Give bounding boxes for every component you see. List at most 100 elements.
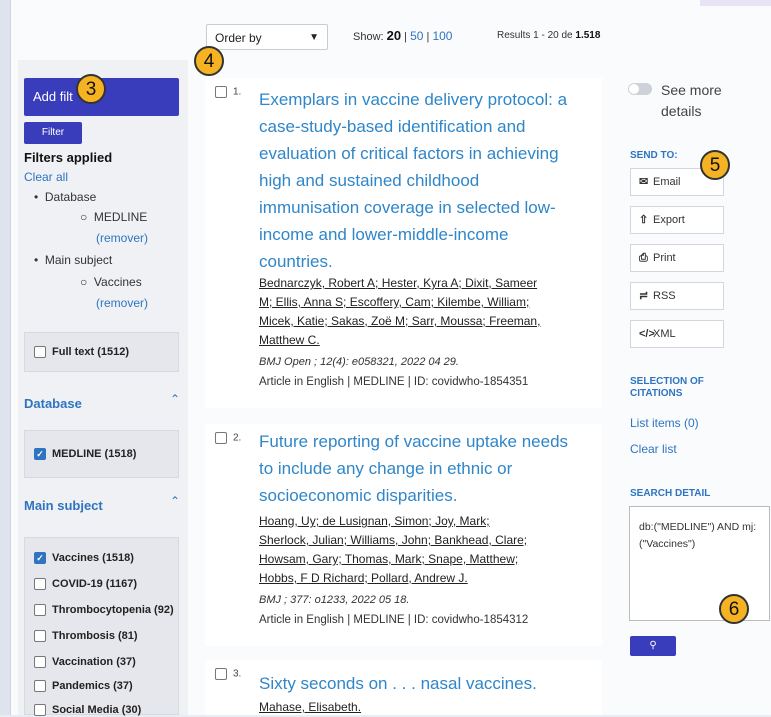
show-current: 20 <box>386 28 402 43</box>
checkbox-icon[interactable] <box>34 604 46 617</box>
full-text-checkbox[interactable]: Full text (1512) <box>34 346 129 359</box>
email-label: Email <box>653 176 681 188</box>
subject-item[interactable]: Vaccination (37) <box>34 656 136 669</box>
subject-label: Vaccination (37) <box>52 656 136 668</box>
order-by-select[interactable]: Order by ▼ <box>206 24 328 50</box>
selection-heading: SELECTION OF CITATIONS <box>630 376 704 400</box>
caret-up-icon[interactable]: ⌃ <box>170 392 180 406</box>
checkbox-icon[interactable] <box>215 432 227 444</box>
author-line[interactable]: Matthew C. <box>259 333 320 347</box>
title-line[interactable]: immunisation coverage in selected low- <box>259 194 567 221</box>
remover-subject-link[interactable]: (remover) <box>96 296 148 310</box>
subject-item[interactable]: ✓ Vaccines (1518) <box>34 552 134 565</box>
result-authors[interactable]: Mahase, Elisabeth. <box>259 698 361 717</box>
envelope-icon: ✉ <box>639 176 649 188</box>
subject-item[interactable]: COVID-19 (1167) <box>34 578 137 591</box>
checkbox-icon[interactable] <box>34 704 46 717</box>
filter-button[interactable]: Filter <box>24 122 82 144</box>
window-edge <box>0 0 10 715</box>
search-button[interactable]: ⚲ <box>630 636 676 656</box>
author-line[interactable]: Mahase, Elisabeth. <box>259 700 361 714</box>
main-subject-section-heading[interactable]: Main subject <box>24 498 103 513</box>
subject-item[interactable]: Social Media (30) <box>34 704 141 717</box>
checkbox-icon[interactable] <box>34 346 46 359</box>
result-title-link[interactable]: Exemplars in vaccine delivery protocol: … <box>259 86 567 275</box>
results-total: 1.518 <box>575 30 601 41</box>
title-line[interactable]: Future reporting of vaccine uptake needs <box>259 428 568 455</box>
callout-4: 4 <box>194 46 224 76</box>
database-item-medline[interactable]: ✓ MEDLINE (1518) <box>34 448 136 461</box>
result-meta: Article in English | MEDLINE | ID: covid… <box>259 376 529 388</box>
result-source: BMJ ; 377: o1233, 2022 05 18. <box>259 594 410 606</box>
remover-database-link[interactable]: (remover) <box>96 231 148 245</box>
checkbox-icon[interactable] <box>34 578 46 591</box>
tree-main-subject: Main subject <box>44 253 113 267</box>
subject-item[interactable]: Thrombocytopenia (92) <box>34 604 174 617</box>
author-line[interactable]: Sherlock, Julian; Williams, John; Bankhe… <box>259 533 527 547</box>
search-detail-heading: SEARCH DETAIL <box>630 488 711 499</box>
result-number: 2. <box>215 432 241 444</box>
list-items-link[interactable]: List items (0) <box>630 416 699 430</box>
checkbox-icon[interactable] <box>215 668 227 680</box>
title-line[interactable]: case-study-based identification and <box>259 113 567 140</box>
author-line[interactable]: Bednarczyk, Robert A; Hester, Kyra A; Di… <box>259 276 537 290</box>
subject-label: Vaccines (1518) <box>52 552 134 564</box>
export-button[interactable]: ⇧ Export <box>630 206 724 234</box>
author-line[interactable]: M; Ellis, Anna S; Escoffery, Cam; Kilemb… <box>259 295 529 309</box>
rss-button[interactable]: ≓ RSS <box>630 282 724 310</box>
author-line[interactable]: Hobbs, F D Richard; Pollard, Andrew J. <box>259 571 468 585</box>
see-more-label: See more details <box>661 82 722 119</box>
print-label: Print <box>653 252 676 264</box>
title-line[interactable]: high and sustained childhood <box>259 167 567 194</box>
print-button[interactable]: ⎙ Print <box>630 244 724 272</box>
tree-database: Database <box>44 190 97 204</box>
tree-vaccines: Vaccines <box>93 275 142 289</box>
tree-vaccines-bullet: ○ Vaccines <box>80 275 142 289</box>
checkbox-icon[interactable] <box>215 86 227 98</box>
clear-list-link[interactable]: Clear list <box>630 442 677 456</box>
title-line[interactable]: Exemplars in vaccine delivery protocol: … <box>259 86 567 113</box>
subject-label: COVID-19 (1167) <box>52 578 137 590</box>
result-number-text: 1. <box>233 86 242 98</box>
xml-label: XML <box>653 328 676 340</box>
author-line[interactable]: Howsam, Gary; Thomas, Mark; Snape, Matth… <box>259 552 518 566</box>
rss-icon: ≓ <box>639 290 649 302</box>
subject-item[interactable]: Thrombosis (81) <box>34 630 138 643</box>
clear-all-link[interactable]: Clear all <box>24 170 68 184</box>
title-line[interactable]: Sixty seconds on . . . nasal vaccines. <box>259 670 537 697</box>
result-card: 2. Future reporting of vaccine uptake ne… <box>205 424 602 646</box>
result-authors[interactable]: Hoang, Uy; de Lusignan, Simon; Joy, Mark… <box>259 512 527 588</box>
author-line[interactable]: Micek, Katie; Sakas, Zoë M; Sarr, Moussa… <box>259 314 540 328</box>
title-line[interactable]: socioeconomic disparities. <box>259 482 568 509</box>
checkbox-icon[interactable] <box>34 680 46 693</box>
caret-up-icon[interactable]: ⌃ <box>170 494 180 508</box>
title-line[interactable]: to include any change in ethnic or <box>259 455 568 482</box>
checkbox-checked-icon[interactable]: ✓ <box>34 552 46 565</box>
results-text: Results 1 - 20 de <box>497 30 573 41</box>
tree-medline: MEDLINE <box>93 210 148 224</box>
database-section-heading[interactable]: Database <box>24 396 82 411</box>
show-sep-2: | <box>426 31 430 43</box>
result-title-link[interactable]: Sixty seconds on . . . nasal vaccines. <box>259 670 537 697</box>
show-100-link[interactable]: 100 <box>432 29 452 43</box>
checkbox-icon[interactable] <box>34 630 46 643</box>
result-authors[interactable]: Bednarczyk, Robert A; Hester, Kyra A; Di… <box>259 274 540 350</box>
xml-button[interactable]: </>XML <box>630 320 724 348</box>
result-card: 1. Exemplars in vaccine delivery protoco… <box>205 78 602 408</box>
search-detail-textarea[interactable]: db:("MEDLINE") AND mj: ("Vaccines") <box>629 506 770 621</box>
tree-main-subject-bullet: • Main subject <box>34 253 113 267</box>
printer-icon: ⎙ <box>639 252 648 264</box>
see-more-toggle[interactable] <box>628 83 652 95</box>
checkbox-icon[interactable] <box>34 656 46 669</box>
show-per-page: Show: 20 | 50 | 100 <box>353 28 452 43</box>
checkbox-checked-icon[interactable]: ✓ <box>34 448 46 461</box>
author-line[interactable]: Hoang, Uy; de Lusignan, Simon; Joy, Mark… <box>259 514 490 528</box>
title-line[interactable]: evaluation of critical factors in achiev… <box>259 140 567 167</box>
search-icon: ⚲ <box>649 640 657 651</box>
title-line[interactable]: income and lower-middle-income <box>259 221 567 248</box>
result-number: 3. <box>215 668 241 680</box>
subject-item[interactable]: Pandemics (37) <box>34 680 133 693</box>
show-50-link[interactable]: 50 <box>410 29 423 43</box>
result-title-link[interactable]: Future reporting of vaccine uptake needs… <box>259 428 568 509</box>
title-line[interactable]: countries. <box>259 248 567 275</box>
